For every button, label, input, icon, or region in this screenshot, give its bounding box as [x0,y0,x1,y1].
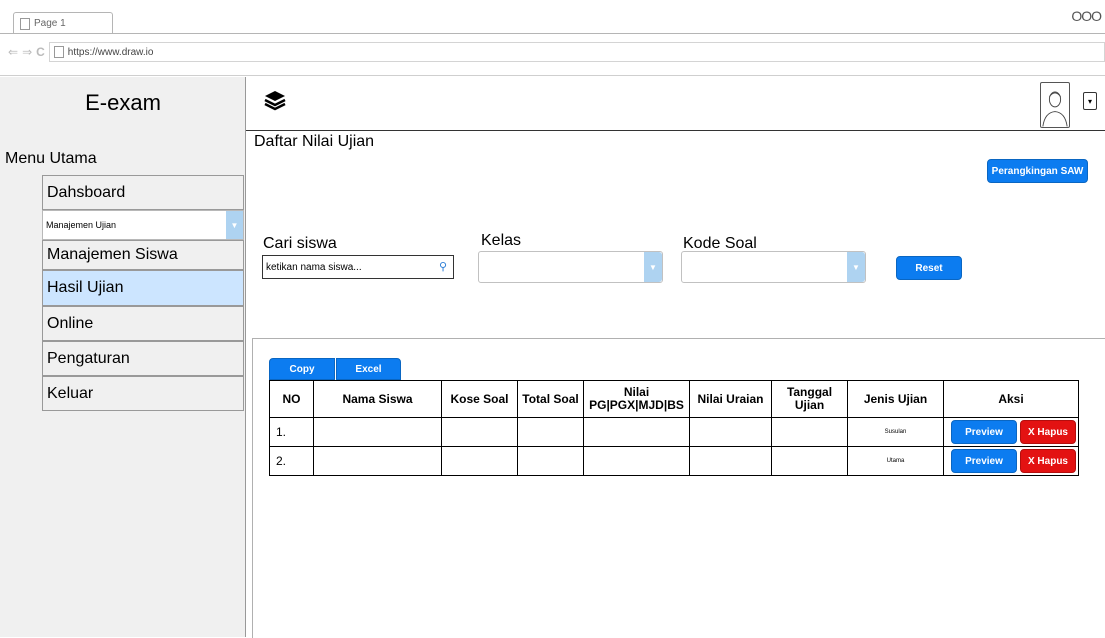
sidebar-item-manajemen-siswa[interactable]: Manajemen Siswa [42,240,244,270]
search-label: Cari siswa [263,235,337,252]
kelas-label: Kelas [481,232,522,249]
cell-kode [441,417,518,447]
column-header: Total Soal [517,380,584,418]
user-avatar-icon[interactable] [1040,82,1070,128]
menu-title: Menu Utama [5,150,97,167]
column-header: Aksi [943,380,1079,418]
preview-button[interactable]: Preview [951,449,1017,473]
search-icon[interactable]: ⚲ [439,260,449,274]
sidebar-item-label: Hasil Ujian [47,279,124,296]
table-row: 2. Utama Preview X Hapus [269,446,1079,476]
chevron-down-icon[interactable]: ▼ [847,252,865,282]
sidebar-select-value: Manajemen Ujian [46,220,117,230]
delete-button[interactable]: X Hapus [1020,420,1076,444]
column-header: Nilai Uraian [689,380,772,418]
preview-button[interactable]: Preview [951,420,1017,444]
sidebar-item-label: Manajemen Siswa [47,246,178,263]
sidebar-item-hasil-ujian[interactable]: Hasil Ujian [42,270,244,306]
table-header-row: NO Nama Siswa Kose Soal Total Soal Nilai… [269,380,1079,418]
ranking-button[interactable]: Perangkingan SAW [987,159,1088,183]
kelas-select[interactable]: ▼ [478,251,663,283]
back-icon[interactable]: ⇐ [8,45,18,59]
browser-tab[interactable]: Page 1 [13,12,113,34]
column-header: Tanggal Ujian [771,380,848,418]
search-input[interactable]: ketikan nama siswa... ⚲ [262,255,454,279]
cell-kode [441,446,518,476]
cell-no: 1. [269,417,314,447]
sidebar-item-keluar[interactable]: Keluar [42,376,244,411]
tab-divider [0,33,1105,34]
sidebar-select-manajemen-ujian[interactable]: Manajemen Ujian ▼ [42,210,244,240]
cell-nilai [583,417,690,447]
address-row: ⇐ ⇒ C https://www.draw.io [0,40,1105,64]
url-text: https://www.draw.io [67,46,154,58]
sidebar-item-online[interactable]: Online [42,306,244,341]
cell-tanggal [771,446,848,476]
cell-jenis: Susulan [847,417,944,447]
search-placeholder: ketikan nama siswa... [266,261,362,273]
cell-tanggal [771,417,848,447]
page-title: Daftar Nilai Ujian [254,133,375,150]
browser-chrome [0,0,1105,76]
window-controls[interactable]: OOO [1071,8,1102,24]
cell-total [517,446,584,476]
layers-icon[interactable] [263,88,287,112]
page-icon [20,17,30,30]
delete-button[interactable]: X Hapus [1020,449,1076,473]
browser-tab-title: Page 1 [34,18,66,29]
cell-uraian [689,446,772,476]
chevron-down-icon[interactable]: ▼ [226,211,243,239]
reset-button[interactable]: Reset [896,256,962,280]
cell-nama [313,446,442,476]
cell-total [517,417,584,447]
cell-uraian [689,417,772,447]
sidebar-item-dashboard[interactable]: Dahsboard [42,175,244,210]
sidebar-item-label: Dahsboard [47,183,126,201]
sidebar-item-label: Keluar [47,384,94,402]
cell-nilai [583,446,690,476]
brand-title: E-exam [85,90,161,115]
reload-icon[interactable]: C [36,45,45,59]
sidebar-item-label: Online [47,314,94,332]
column-header: Jenis Ujian [847,380,944,418]
column-header: Kose Soal [441,380,518,418]
kode-soal-select[interactable]: ▼ [681,251,866,283]
copy-button[interactable]: Copy [269,358,335,380]
page-icon [53,46,64,58]
chevron-down-icon[interactable]: ▼ [644,252,662,282]
cell-aksi: Preview X Hapus [943,417,1079,447]
forward-icon[interactable]: ⇒ [22,45,32,59]
excel-button[interactable]: Excel [336,358,401,380]
column-header: Nama Siswa [313,380,442,418]
cell-nama [313,417,442,447]
column-header: NO [269,380,314,418]
results-table: NO Nama Siswa Kose Soal Total Soal Nilai… [269,380,1079,476]
sidebar-item-pengaturan[interactable]: Pengaturan [42,341,244,376]
cell-aksi: Preview X Hapus [943,446,1079,476]
cell-no: 2. [269,446,314,476]
sidebar-item-label: Pengaturan [47,349,130,367]
cell-jenis: Utama [847,446,944,476]
address-bar[interactable]: https://www.draw.io [48,42,1105,62]
table-row: 1. Susulan Preview X Hapus [269,417,1079,447]
chevron-down-icon[interactable]: ▾ [1083,92,1097,110]
top-header [246,77,1105,131]
column-header: Nilai PG|PGX|MJD|BS [583,380,690,418]
